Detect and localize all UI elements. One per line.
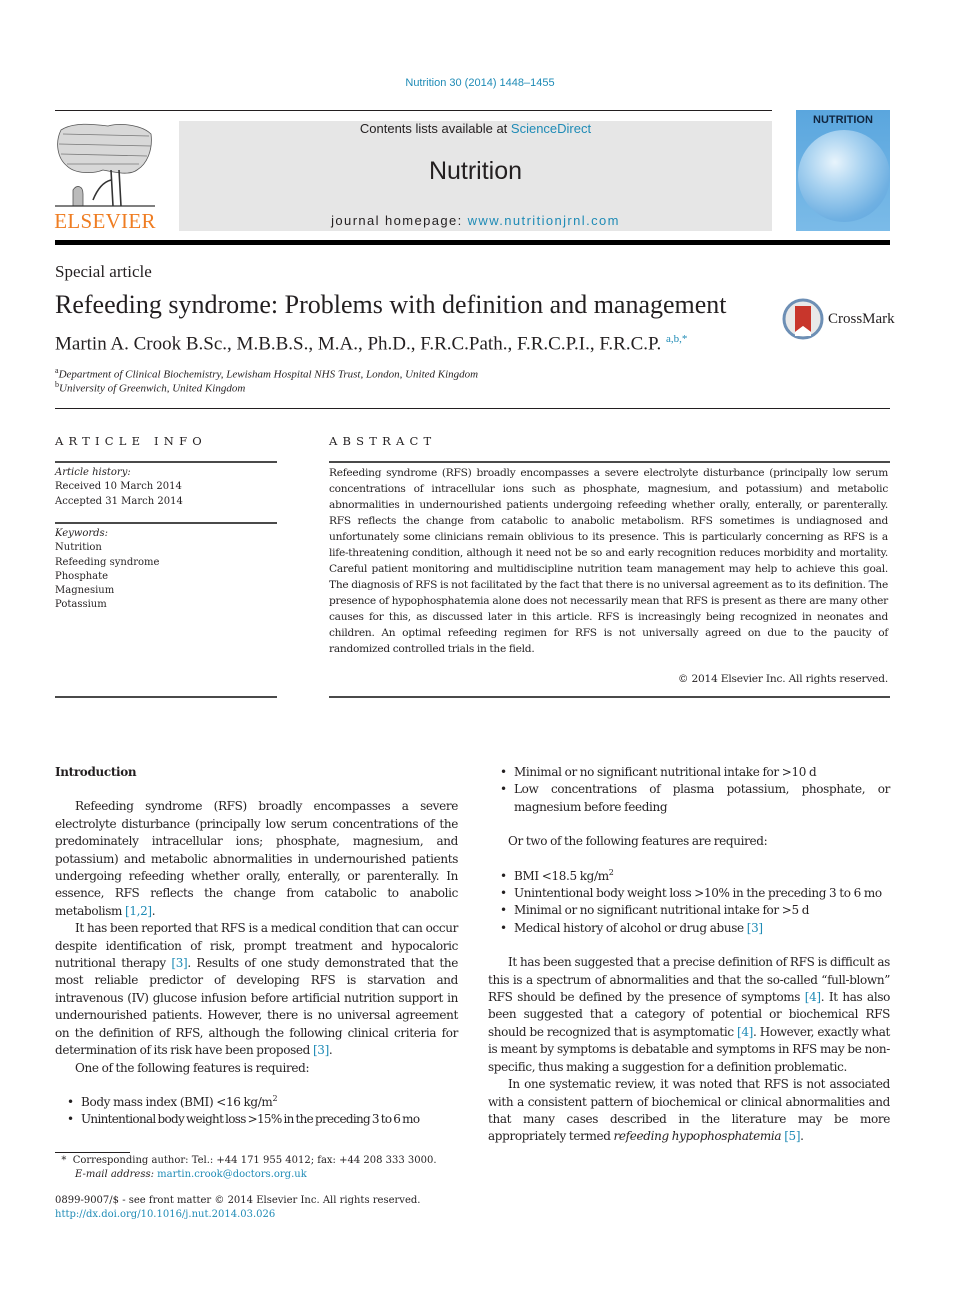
journal-name: Nutrition [428,157,523,185]
crossmark-badge[interactable]: CrossMark [782,298,895,340]
divider [55,461,277,463]
superscript: 2 [608,867,614,877]
affiliation-b: bUniversity of Greenwich, United Kingdom [55,380,245,395]
history-label: Article history: [55,467,131,478]
sciencedirect-link[interactable]: ScienceDirect [511,121,591,136]
divider [55,696,277,698]
list-item: Low concentrations of plasma potassium, … [488,781,890,816]
list-item: BMI <18.5 kg/m2 [488,867,890,886]
globe-icon [798,130,890,222]
criteria-list-two: BMI <18.5 kg/m2 Unintentional body weigh… [488,868,890,938]
keyword-item: Potassium [55,599,107,611]
doi-link[interactable]: http://dx.doi.org/10.1016/j.nut.2014.03.… [55,1209,275,1220]
journal-masthead: Contents lists available at ScienceDirec… [179,121,772,231]
list-item-text: Unintentional body weight loss >15% in t… [81,1112,420,1127]
paragraph: Refeeding syndrome (RFS) broadly encompa… [55,799,458,918]
list-item-text: Minimal or no significant nutritional in… [514,903,810,918]
abstract-heading: ABSTRACT [329,434,437,448]
contents-line: Contents lists available at ScienceDirec… [179,121,772,136]
keyword-item: Nutrition [55,542,102,554]
citation-link[interactable]: [3] [171,956,187,970]
received-date: Received 10 March 2014 [55,481,182,493]
crossmark-label: CrossMark [828,310,895,327]
author-line: Martin A. Crook B.Sc., M.B.B.S., M.A., P… [55,333,687,355]
abstract-text: Refeeding syndrome (RFS) broadly encompa… [329,467,888,655]
journal-cover-image[interactable]: NUTRITION [796,110,890,231]
email-label: E-mail address: [75,1169,158,1181]
accepted-date: Accepted 31 March 2014 [55,495,183,507]
emphasized-term: refeeding hypophosphatemia [613,1129,782,1144]
issn-block: 0899-9007/$ - see front matter © 2014 El… [55,1194,420,1223]
footnote-mark: * [61,1155,67,1166]
paragraph-text: Refeeding syndrome (RFS) broadly encompa… [55,799,458,918]
elsevier-wordmark: ELSEVIER [54,209,156,233]
paragraph: It has been suggested that a precise def… [488,954,890,1076]
paragraph: It has been reported that RFS is a medic… [55,921,458,1058]
list-item-text: Low concentrations of plasma potassium, … [514,782,890,814]
criteria-intro: Or two of the following features are req… [508,834,768,849]
body-column-right: Minimal or no significant nutritional in… [488,764,890,1146]
list-item: Minimal or no significant nutritional in… [488,764,890,782]
abstract-copyright: © 2014 Elsevier Inc. All rights reserved… [677,673,888,685]
citation-link[interactable]: [4] [737,1025,753,1039]
criteria-intro: One of the following features is require… [75,1060,310,1075]
article-history: Article history: Received 10 March 2014 … [55,466,183,509]
citation-link[interactable]: [5] [784,1129,800,1143]
superscript: 2 [272,1093,278,1103]
header-thick-rule [55,240,890,245]
header-rule [55,110,772,111]
author-affiliation-marks[interactable]: a,b,* [666,333,687,345]
list-item-text: Medical history of alcohol or drug abuse [514,920,747,935]
criteria-list-one: Body mass index (BMI) <16 kg/m2 Unintent… [55,1094,458,1129]
list-item-text: BMI <18.5 kg/m [514,868,609,883]
keyword-item: Refeeding syndrome [55,556,160,568]
author-name[interactable]: Martin A. Crook B.Sc., M.B.B.S., M.A., P… [55,333,661,354]
article-title: Refeeding syndrome: Problems with defini… [55,290,727,319]
citation-link[interactable]: [3] [313,1043,329,1057]
section-heading-introduction: Introduction [55,765,137,779]
corresponding-author-text: Corresponding author: Tel.: +44 171 955 … [72,1155,437,1166]
divider [55,522,277,524]
divider [329,461,890,463]
criteria-list-one-continued: Minimal or no significant nutritional in… [488,764,890,816]
paragraph: In one systematic review, it was noted t… [488,1077,890,1144]
elsevier-logo[interactable]: ELSEVIER [53,120,157,234]
list-item-text: Unintentional body weight loss >10% in t… [514,886,882,901]
citation-link[interactable]: [1,2] [125,904,152,918]
list-item: Medical history of alcohol or drug abuse… [488,920,890,938]
article-info-heading: ARTICLE INFO [55,434,207,448]
title-rule [55,408,890,409]
corresponding-author-footnote: * Corresponding author: Tel.: +44 171 95… [55,1154,437,1183]
keyword-item: Magnesium [55,585,115,597]
affiliation-a: aDepartment of Clinical Biochemistry, Le… [55,366,478,381]
keywords-label: Keywords: [55,528,109,539]
contents-prefix: Contents lists available at [359,121,511,136]
citation-link[interactable]: [4] [805,990,821,1004]
issn-line: 0899-9007/$ - see front matter © 2014 El… [55,1195,421,1206]
homepage-prefix: journal homepage: [331,213,468,228]
crossmark-icon [782,298,824,340]
list-item: Minimal or no significant nutritional in… [488,902,890,920]
footnote-rule [55,1152,130,1153]
list-item: Unintentional body weight loss >15% in t… [55,1111,458,1129]
keyword-item: Phosphate [55,570,109,582]
elsevier-tree-icon [55,123,155,207]
citation-link[interactable]: [3] [747,921,763,935]
keywords-list: Keywords: Nutrition Refeeding syndrome P… [55,527,159,613]
homepage-line: journal homepage: www.nutritionjrnl.com [179,213,772,228]
email-link[interactable]: martin.crook@doctors.org.uk [157,1169,307,1180]
list-item: Unintentional body weight loss >10% in t… [488,885,890,903]
list-item-text: Body mass index (BMI) <16 kg/m [81,1094,273,1109]
journal-citation-link[interactable]: Nutrition 30 (2014) 1448–1455 [0,77,960,89]
list-item-text: Minimal or no significant nutritional in… [514,765,817,779]
journal-homepage-link[interactable]: www.nutritionjrnl.com [468,213,620,228]
affiliation-text: Department of Clinical Biochemistry, Lew… [58,368,479,381]
divider [329,696,890,698]
affiliation-text: University of Greenwich, United Kingdom [59,382,246,395]
paragraph-text: . Results of one study demonstrated that… [55,956,458,1058]
cover-title: NUTRITION [813,114,873,126]
body-column-left: Introduction Refeeding syndrome (RFS) br… [55,764,458,1146]
list-item: Body mass index (BMI) <16 kg/m2 [55,1093,458,1112]
article-type: Special article [55,262,152,281]
